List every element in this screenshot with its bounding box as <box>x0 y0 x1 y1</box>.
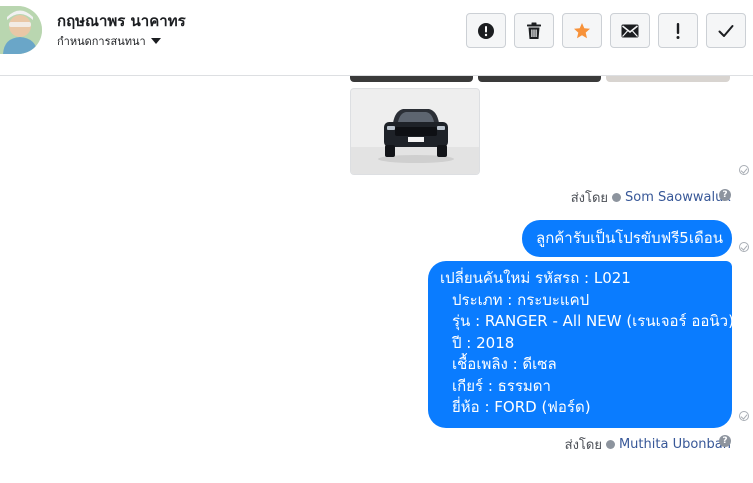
checkmark-icon <box>718 24 734 37</box>
check-circle-icon <box>605 440 615 449</box>
sent-by-info: ส่งโดย Som Saowwalux <box>571 187 731 208</box>
envelope-icon <box>621 24 639 37</box>
conversation-setting-label: กำหนดการสนทนา <box>57 35 146 48</box>
contact-name[interactable]: กฤษณาพร นาคาทร <box>57 9 186 33</box>
sent-by-info: ส่งโดย Muthita Ubonban <box>565 434 731 455</box>
read-receipt-icon <box>739 165 749 175</box>
follow-up-button[interactable] <box>658 13 698 48</box>
question-icon[interactable]: ? <box>719 189 731 201</box>
delete-button[interactable] <box>514 13 554 48</box>
sent-by-label: ส่งโดย <box>570 191 609 206</box>
question-icon[interactable]: ? <box>719 435 731 447</box>
attached-photo[interactable] <box>606 76 730 82</box>
read-receipt-icon <box>739 242 749 252</box>
sent-by-label: ส่งโดย <box>564 438 602 453</box>
exclamation-circle-icon <box>478 22 494 39</box>
conversation-header: กฤษณาพร นาคาทร กำหนดการสนทนา <box>0 0 753 76</box>
message-line: รุ่น : RANGER - All NEW (เรนเจอร์ ออนิว) <box>452 312 734 330</box>
avatar[interactable] <box>0 6 42 54</box>
message-text: ลูกค้ารับเป็นโปรขับฟรี5เดือน <box>536 229 723 247</box>
mark-done-button[interactable] <box>706 13 746 48</box>
read-receipt-icon <box>739 411 749 421</box>
report-spam-button[interactable] <box>466 13 506 48</box>
message-line: ปี : 2018 <box>452 333 515 352</box>
message-line: ประเภท : กระบะแคป <box>452 290 590 309</box>
message-line: เกียร์ : ธรรมดา <box>452 376 551 395</box>
sender-name[interactable]: Muthita Ubonban <box>619 437 731 452</box>
star-button[interactable] <box>562 13 602 48</box>
mark-unread-button[interactable] <box>610 13 650 48</box>
attached-car-photo[interactable] <box>350 88 480 175</box>
message-bubble[interactable]: ลูกค้ารับเป็นโปรขับฟรี5เดือน <box>522 220 732 257</box>
conversation-setting-dropdown[interactable]: กำหนดการสนทนา <box>57 32 161 50</box>
sender-name[interactable]: Som Saowwalux <box>625 190 731 205</box>
message-bubble[interactable]: เปลี่ยนคันใหม่ รหัสรถ : L021 ประเภท : กร… <box>428 261 734 428</box>
check-circle-icon <box>612 193 622 202</box>
star-icon <box>574 22 590 38</box>
attached-photo[interactable] <box>478 76 601 82</box>
trash-icon <box>527 22 541 39</box>
message-line: เชื้อเพลิง : ดีเซล <box>452 355 557 373</box>
message-line: ยี่ห้อ : FORD (ฟอร์ด) <box>452 398 591 416</box>
message-line: เปลี่ยนคันใหม่ รหัสรถ : L021 <box>440 269 631 287</box>
chevron-down-icon <box>150 38 161 44</box>
attached-photo[interactable] <box>350 76 473 82</box>
exclamation-icon <box>676 22 680 39</box>
